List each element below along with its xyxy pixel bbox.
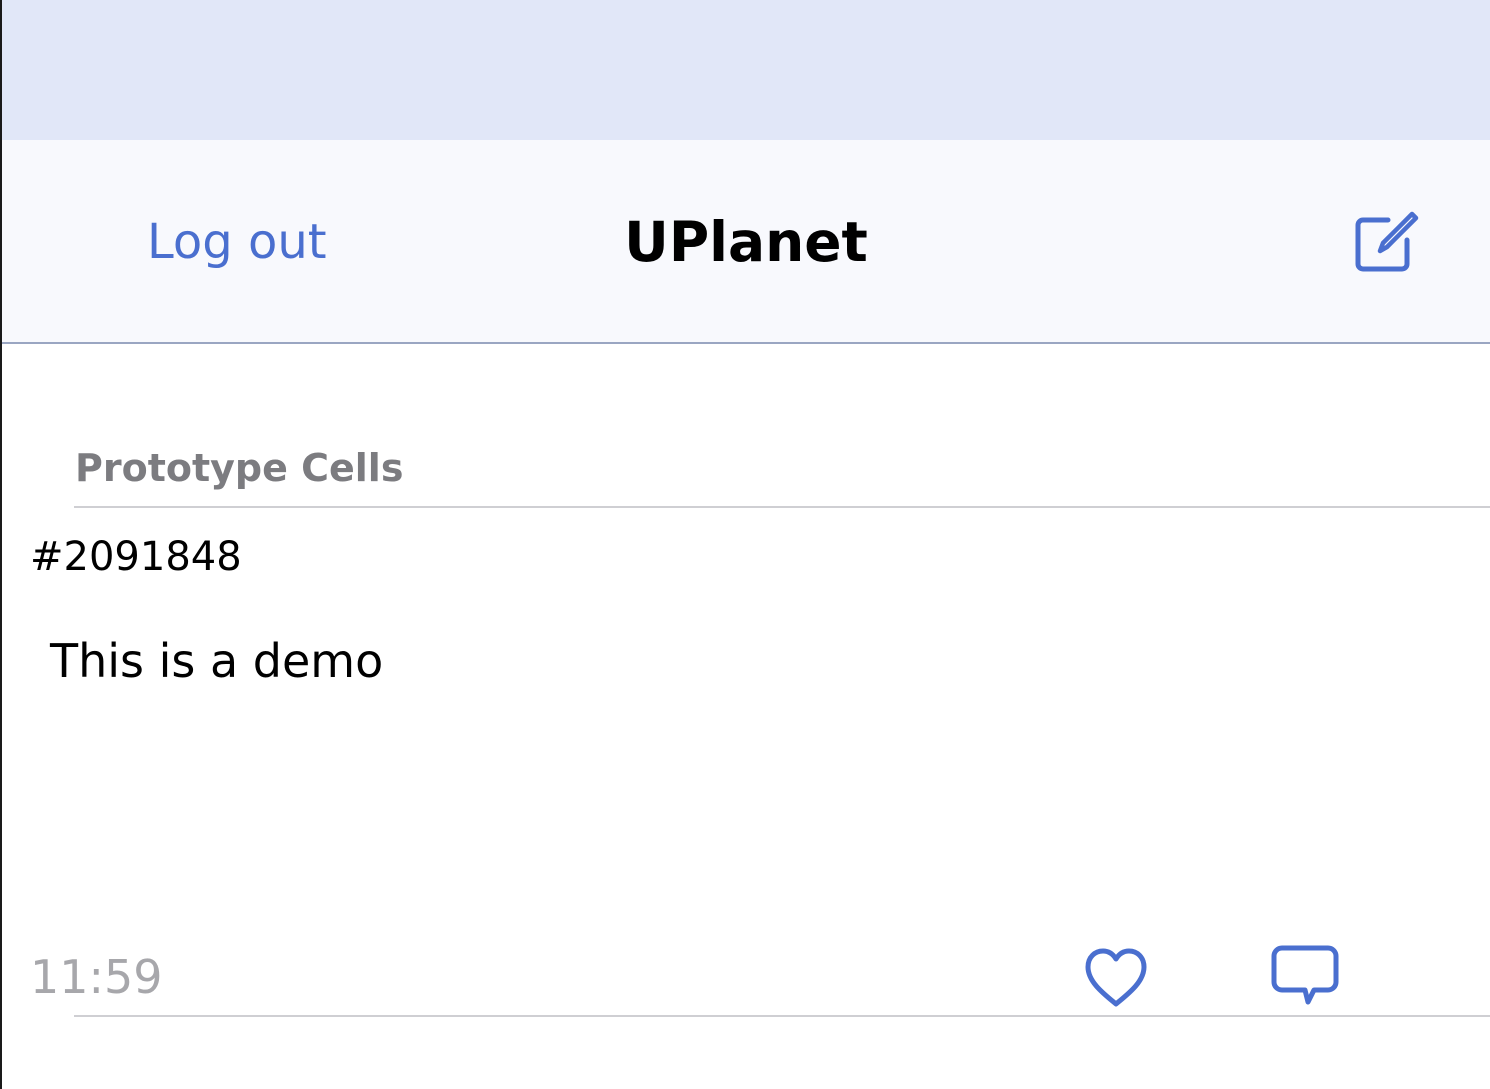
comment-bubble-icon[interactable]: [1268, 942, 1342, 1016]
row-divider: [74, 1015, 1490, 1017]
post-id: #2091848: [30, 534, 242, 580]
post-body: This is a demo: [50, 634, 384, 688]
status-bar: [2, 0, 1490, 140]
compose-icon[interactable]: [1352, 208, 1422, 278]
heart-icon[interactable]: [1082, 944, 1150, 1012]
section-header: Prototype Cells: [75, 446, 404, 490]
navigation-bar: Log out UPlanet: [2, 140, 1490, 344]
post-time: 11:59: [30, 950, 163, 1004]
page-title: UPlanet: [624, 210, 868, 274]
section-divider: [74, 506, 1490, 508]
